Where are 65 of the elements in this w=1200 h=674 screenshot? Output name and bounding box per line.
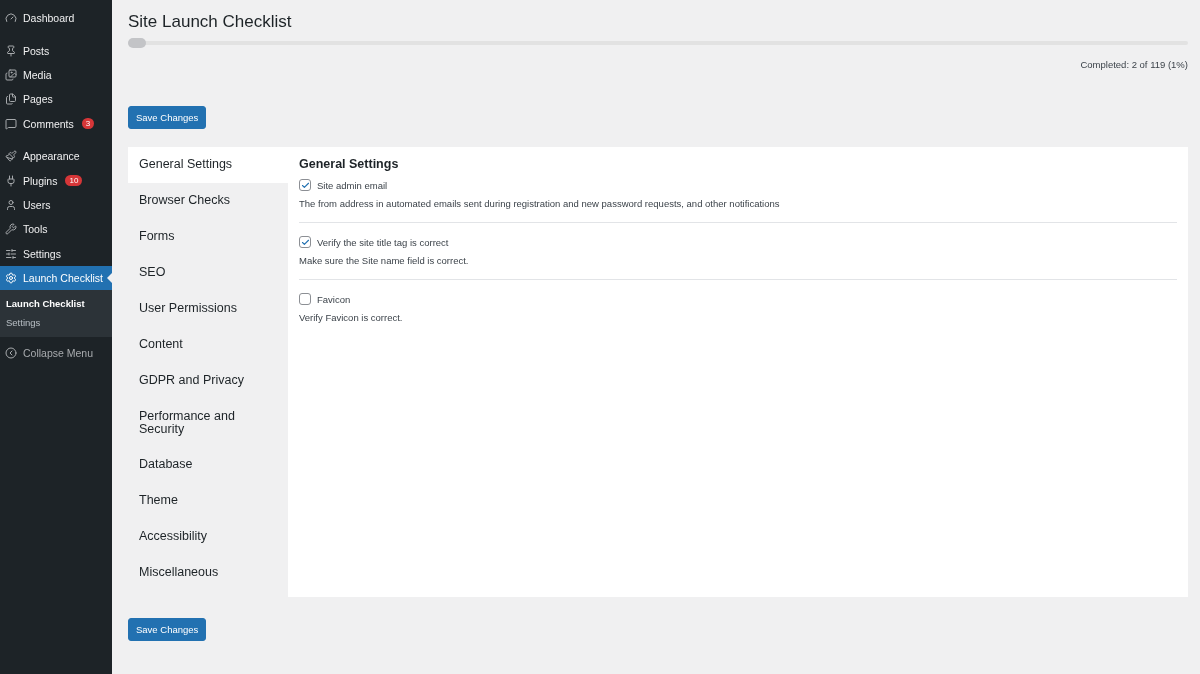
- checkbox-label: Site admin email: [317, 179, 388, 191]
- section-heading: General Settings: [299, 157, 400, 171]
- paintbrush-icon: [5, 150, 17, 163]
- menu-item[interactable]: Pages: [0, 87, 112, 112]
- plug-icon: [5, 174, 17, 187]
- gauge-icon: [5, 12, 17, 25]
- save-button[interactable]: Save Changes: [128, 618, 207, 641]
- menu-item[interactable]: Settings: [0, 241, 112, 266]
- collapse-menu-button[interactable]: Collapse Menu: [0, 341, 112, 366]
- item-description: The from address in automated emails sent during registration and new password requests, and other notifications: [299, 198, 781, 209]
- tab[interactable]: SEO: [128, 255, 288, 291]
- menu-label: Appearance: [23, 150, 80, 163]
- menu-label: Media: [23, 68, 52, 81]
- menu-item[interactable]: Media: [0, 62, 112, 88]
- tab[interactable]: Theme: [128, 483, 288, 519]
- tab[interactable]: Forms: [128, 219, 288, 255]
- checkbox[interactable]: [299, 236, 311, 248]
- tab[interactable]: Browser Checks: [128, 183, 288, 219]
- menu-item[interactable]: Appearance: [0, 143, 112, 169]
- save-button[interactable]: Save Changes: [128, 106, 207, 129]
- tab[interactable]: Performance and Security: [128, 399, 288, 447]
- user-icon: [5, 198, 17, 211]
- sliders-icon: [5, 247, 17, 260]
- menu-item[interactable]: Tools: [0, 217, 112, 242]
- count-badge: 10: [65, 175, 83, 187]
- menu-item[interactable]: Launch Checklist: [0, 265, 112, 291]
- tab[interactable]: Content: [128, 327, 288, 363]
- checkbox-label: Verify the site title tag is correct: [317, 236, 449, 248]
- menu-label: Posts: [23, 44, 50, 57]
- count-badge: 3: [81, 118, 95, 130]
- submenu-item[interactable]: Settings: [0, 313, 112, 333]
- wrench-icon: [5, 223, 17, 236]
- tab[interactable]: Miscellaneous: [128, 555, 288, 591]
- checkbox-label: Favicon: [317, 293, 351, 305]
- menu-label: Comments: [23, 117, 74, 130]
- menu-item[interactable]: Dashboard: [0, 6, 112, 31]
- tab[interactable]: Database: [128, 447, 288, 483]
- tab[interactable]: User Permissions: [128, 291, 288, 327]
- item-description: Make sure the Site name field is correct.: [299, 255, 470, 266]
- menu-item[interactable]: Users: [0, 192, 112, 218]
- menu-label: Launch Checklist: [23, 272, 103, 285]
- menu-label: Settings: [23, 247, 61, 260]
- tab[interactable]: General Settings: [128, 147, 288, 183]
- menu-item[interactable]: Posts: [0, 38, 112, 63]
- gear-icon: [5, 272, 17, 285]
- pages-icon: [5, 93, 17, 106]
- menu-item[interactable]: Comments 3: [0, 111, 112, 136]
- menu-item[interactable]: Plugins 10: [0, 168, 112, 193]
- speech-bubble-icon: [5, 117, 17, 130]
- menu-label: Dashboard: [23, 12, 75, 25]
- checkbox[interactable]: [299, 293, 311, 305]
- tab[interactable]: Accessibility: [128, 519, 288, 555]
- menu-label: Pages: [23, 93, 53, 106]
- menu-label: Plugins: [23, 174, 58, 187]
- page-title: Site Launch Checklist: [128, 12, 293, 32]
- checkbox[interactable]: [299, 179, 311, 191]
- images-icon: [5, 68, 17, 81]
- item-description: Verify Favicon is correct.: [299, 312, 404, 323]
- completed-count: Completed: 2 of 119 (1%): [1080, 59, 1188, 70]
- menu-label: Users: [23, 198, 51, 211]
- pin-icon: [5, 44, 17, 57]
- menu-label: Tools: [23, 223, 48, 236]
- collapse-icon: [5, 347, 17, 360]
- tab[interactable]: GDPR and Privacy: [128, 363, 288, 399]
- submenu-item[interactable]: Launch Checklist: [0, 294, 112, 314]
